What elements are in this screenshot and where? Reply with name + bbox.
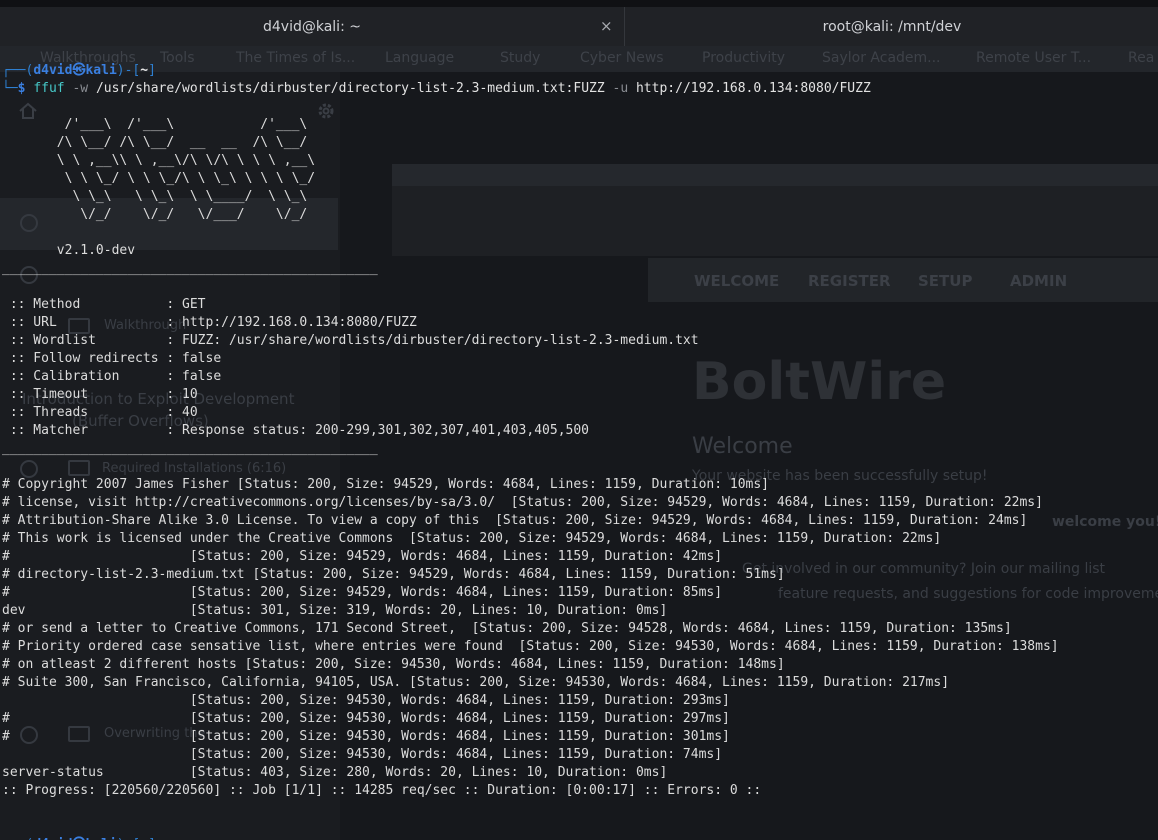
result-line: # Suite 300, San Francisco, California, … bbox=[2, 675, 950, 690]
banner-version: v2.1.0-dev bbox=[2, 243, 136, 258]
result-line: # Attribution-Share Alike 3.0 License. T… bbox=[2, 513, 1028, 528]
config-line: :: Wordlist : FUZZ: /usr/share/wordlists… bbox=[2, 333, 699, 348]
config-line: :: Follow redirects : false bbox=[2, 351, 222, 366]
config-line: :: Timeout : 10 bbox=[2, 387, 198, 402]
terminal-output[interactable]: ┌──(d4vid㉿kali)-[~] └─$ ffuf -w /usr/sha… bbox=[2, 62, 1158, 840]
result-line: [Status: 200, Size: 94530, Words: 4684, … bbox=[2, 747, 723, 762]
command-flag-u: -u bbox=[612, 81, 629, 96]
command-line: └─$ ffuf -w /usr/share/wordlists/dirbust… bbox=[2, 81, 871, 96]
tab-root-mnt-dev[interactable]: root@kali: /mnt/dev bbox=[626, 7, 1158, 46]
config-line: :: Threads : 40 bbox=[2, 405, 198, 420]
tab-d4vid-home[interactable]: d4vid@kali: ~ bbox=[0, 7, 625, 46]
result-line: # or send a letter to Creative Commons, … bbox=[2, 621, 1012, 636]
result-line: # [Status: 200, Size: 94529, Words: 4684… bbox=[2, 585, 723, 600]
banner-line: \ \_\ \ \_\ \ \____/ \ \_\ bbox=[2, 189, 308, 204]
result-line: # [Status: 200, Size: 94529, Words: 4684… bbox=[2, 549, 723, 564]
prompt-user: d4vid bbox=[33, 63, 73, 78]
prompt-line: ┌──(d4vid㉿kali)-[~] bbox=[2, 63, 156, 78]
result-line: server-status [Status: 403, Size: 280, W… bbox=[2, 765, 668, 780]
config-line: :: Method : GET bbox=[2, 297, 206, 312]
banner-line bbox=[2, 224, 1158, 242]
divider: ________________________________________… bbox=[2, 261, 378, 276]
config-line: :: Matcher : Response status: 200-299,30… bbox=[2, 423, 589, 438]
tab-title: root@kali: /mnt/dev bbox=[822, 18, 962, 35]
result-line: dev [Status: 301, Size: 319, Words: 20, … bbox=[2, 603, 668, 618]
terminal-tab-bar: d4vid@kali: ~ × root@kali: /mnt/dev bbox=[0, 0, 1158, 46]
prompt-host: kali bbox=[85, 63, 117, 78]
result-line: # license, visit http://creativecommons.… bbox=[2, 495, 1043, 510]
banner-line: \ \ ,__\\ \ ,__\/\ \/\ \ \ \ ,__\ bbox=[2, 153, 316, 168]
tab-title: d4vid@kali: ~ bbox=[263, 18, 361, 35]
config-line: :: URL : http://192.168.0.134:8080/FUZZ bbox=[2, 315, 417, 330]
prompt-dollar: $ bbox=[17, 81, 26, 96]
result-line: # [Status: 200, Size: 94530, Words: 4684… bbox=[2, 729, 730, 744]
result-line: # [Status: 200, Size: 94530, Words: 4684… bbox=[2, 711, 730, 726]
command-url: http://192.168.0.134:8080/FUZZ bbox=[635, 81, 871, 96]
banner-line: /\ \__/ /\ \__/ __ __ /\ \__/ bbox=[2, 135, 308, 150]
command-wordlist: /usr/share/wordlists/dirbuster/directory… bbox=[95, 81, 605, 96]
close-icon[interactable]: × bbox=[600, 17, 613, 35]
prompt-line: ┌──(d4vid㉿kali)-[~] bbox=[2, 836, 1158, 840]
prompt-at: ㉿ bbox=[72, 63, 86, 78]
banner-line: /'___\ /'___\ /'___\ bbox=[2, 117, 308, 132]
result-line: [Status: 200, Size: 94530, Words: 4684, … bbox=[2, 693, 730, 708]
banner-line: \ \ \_/ \ \ \_/\ \ \_\ \ \ \ \_/ bbox=[2, 171, 316, 186]
result-line: # directory-list-2.3-medium.txt [Status:… bbox=[2, 567, 785, 582]
result-line: # on atleast 2 different hosts [Status: … bbox=[2, 657, 785, 672]
progress-line: :: Progress: [220560/220560] :: Job [1/1… bbox=[2, 783, 762, 798]
prompt-dir: ~ bbox=[140, 63, 149, 78]
command-program: ffuf bbox=[33, 81, 65, 96]
divider: ________________________________________… bbox=[2, 441, 378, 456]
command-flag-w: -w bbox=[72, 81, 89, 96]
config-line: :: Calibration : false bbox=[2, 369, 222, 384]
banner-line: \/_/ \/_/ \/___/ \/_/ bbox=[2, 207, 308, 222]
result-line: # Copyright 2007 James Fisher [Status: 2… bbox=[2, 477, 770, 492]
result-line: # Priority ordered case sensative list, … bbox=[2, 639, 1059, 654]
result-line: # This work is licensed under the Creati… bbox=[2, 531, 942, 546]
